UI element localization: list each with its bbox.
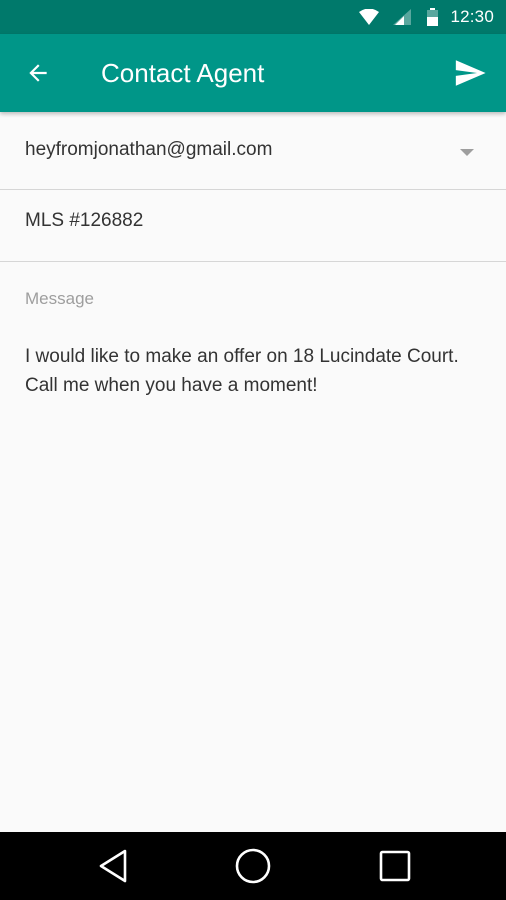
message-line: Call me when you have a moment!	[25, 375, 318, 396]
signal-icon	[393, 9, 412, 25]
message-label: Message	[25, 289, 94, 308]
status-icons: 12:30	[359, 0, 494, 34]
home-circle-icon	[235, 848, 271, 884]
nav-recents-button[interactable]	[371, 842, 419, 890]
nav-back-button[interactable]	[89, 842, 137, 890]
message-field[interactable]: Message I would like to make an offer on…	[0, 262, 506, 662]
send-button[interactable]	[444, 47, 496, 99]
subject-field[interactable]: MLS #126882	[0, 190, 506, 262]
battery-icon	[427, 8, 439, 26]
page-title: Contact Agent	[101, 58, 265, 88]
chevron-down-icon[interactable]	[460, 149, 474, 156]
back-triangle-icon	[99, 849, 127, 883]
back-button[interactable]	[14, 49, 62, 97]
navigation-bar	[0, 832, 506, 900]
from-email-value: heyfromjonathan@gmail.com	[25, 139, 273, 160]
nav-home-button[interactable]	[229, 842, 277, 890]
app-bar: Contact Agent	[0, 34, 506, 112]
status-clock: 12:30	[450, 7, 494, 26]
status-bar: 12:30	[0, 0, 506, 34]
send-icon	[455, 60, 486, 86]
arrow-back-icon	[29, 64, 47, 82]
message-text: I would like to make an offer on 18 Luci…	[25, 342, 485, 400]
message-line: I would like to make an offer on 18 Luci…	[25, 346, 459, 367]
from-email-select[interactable]: heyfromjonathan@gmail.com	[0, 112, 506, 190]
contact-form: heyfromjonathan@gmail.com MLS #126882 Me…	[0, 112, 506, 662]
subject-value: MLS #126882	[25, 210, 144, 231]
wifi-icon	[359, 9, 380, 25]
recents-square-icon	[379, 850, 411, 882]
